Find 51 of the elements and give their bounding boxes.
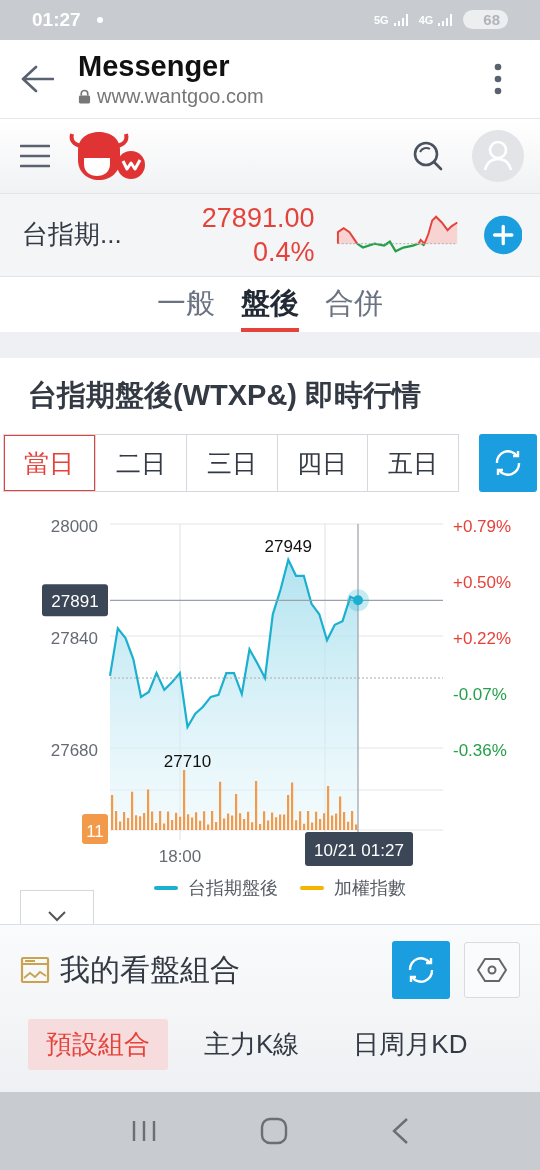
percent-axis-label: +0.22% — [453, 629, 512, 649]
url-text: www.wantgoo.com — [97, 84, 264, 108]
percent-axis-label: +0.50% — [453, 573, 512, 593]
lock-icon — [78, 88, 91, 104]
volume-tag: 11 — [82, 814, 108, 845]
extreme-value-label: 27949 — [264, 537, 312, 557]
extreme-value-label: 27710 — [163, 752, 212, 772]
recent-apps-icon[interactable] — [131, 1119, 158, 1144]
percent-axis-label: +0.79% — [453, 517, 512, 537]
signal-icon — [392, 12, 409, 27]
notification-dot-icon — [96, 16, 103, 23]
settings-button[interactable] — [464, 942, 520, 999]
ticker-price: 27891.00 — [201, 201, 315, 235]
ticker-name: 台指期... — [22, 218, 123, 252]
market-tab[interactable]: 盤後 — [241, 276, 299, 333]
y-axis-label: 27680 — [50, 741, 98, 761]
battery-indicator: 68 — [463, 10, 508, 30]
add-button-icon[interactable] — [483, 214, 522, 255]
page-title: Messenger — [78, 49, 231, 83]
search-icon[interactable] — [412, 139, 444, 172]
chart-window-icon — [20, 956, 50, 985]
watchlist-tab[interactable]: 日周月KD — [335, 1019, 486, 1071]
y-axis-label: 28000 — [50, 517, 98, 537]
hexagon-icon — [477, 957, 507, 984]
ref-line-label: 27891 — [51, 592, 99, 612]
watchlist-title: 我的看盤組合 — [60, 951, 240, 988]
y-axis-label: 27840 — [50, 629, 98, 649]
back-icon[interactable] — [390, 1117, 409, 1146]
current-point-marker — [347, 589, 369, 612]
legend-item[interactable]: 台指期盤後 — [154, 876, 278, 901]
x-axis-label: 18:00 — [158, 847, 202, 867]
more-options-icon[interactable] — [494, 62, 502, 95]
menu-icon[interactable] — [20, 143, 50, 168]
chevron-down-icon — [47, 910, 67, 923]
period-tab[interactable]: 當日 — [4, 435, 95, 492]
home-icon[interactable] — [260, 1117, 288, 1146]
percent-axis-label: -0.36% — [453, 741, 507, 761]
refresh-button[interactable] — [479, 434, 537, 493]
cursor-time-tag: 10/21 01:27 — [305, 832, 413, 867]
watchlist-tab[interactable]: 主力K線 — [186, 1019, 318, 1071]
current-price-tag: 27891 — [42, 584, 108, 617]
percent-axis-label: -0.07% — [453, 685, 507, 705]
signal-icon — [437, 12, 454, 27]
logo-icon[interactable] — [68, 129, 148, 182]
ticker-change: 0.4% — [252, 235, 315, 269]
legend-item[interactable]: 加權指數 — [300, 876, 406, 901]
back-arrow-icon[interactable] — [20, 63, 54, 94]
refresh-button[interactable] — [392, 941, 450, 1000]
market-tab[interactable]: 合併 — [325, 276, 383, 333]
quote-title: 台指期盤後(WTXP&) 即時行情 — [27, 378, 423, 414]
market-tab[interactable]: 一般 — [157, 276, 215, 333]
